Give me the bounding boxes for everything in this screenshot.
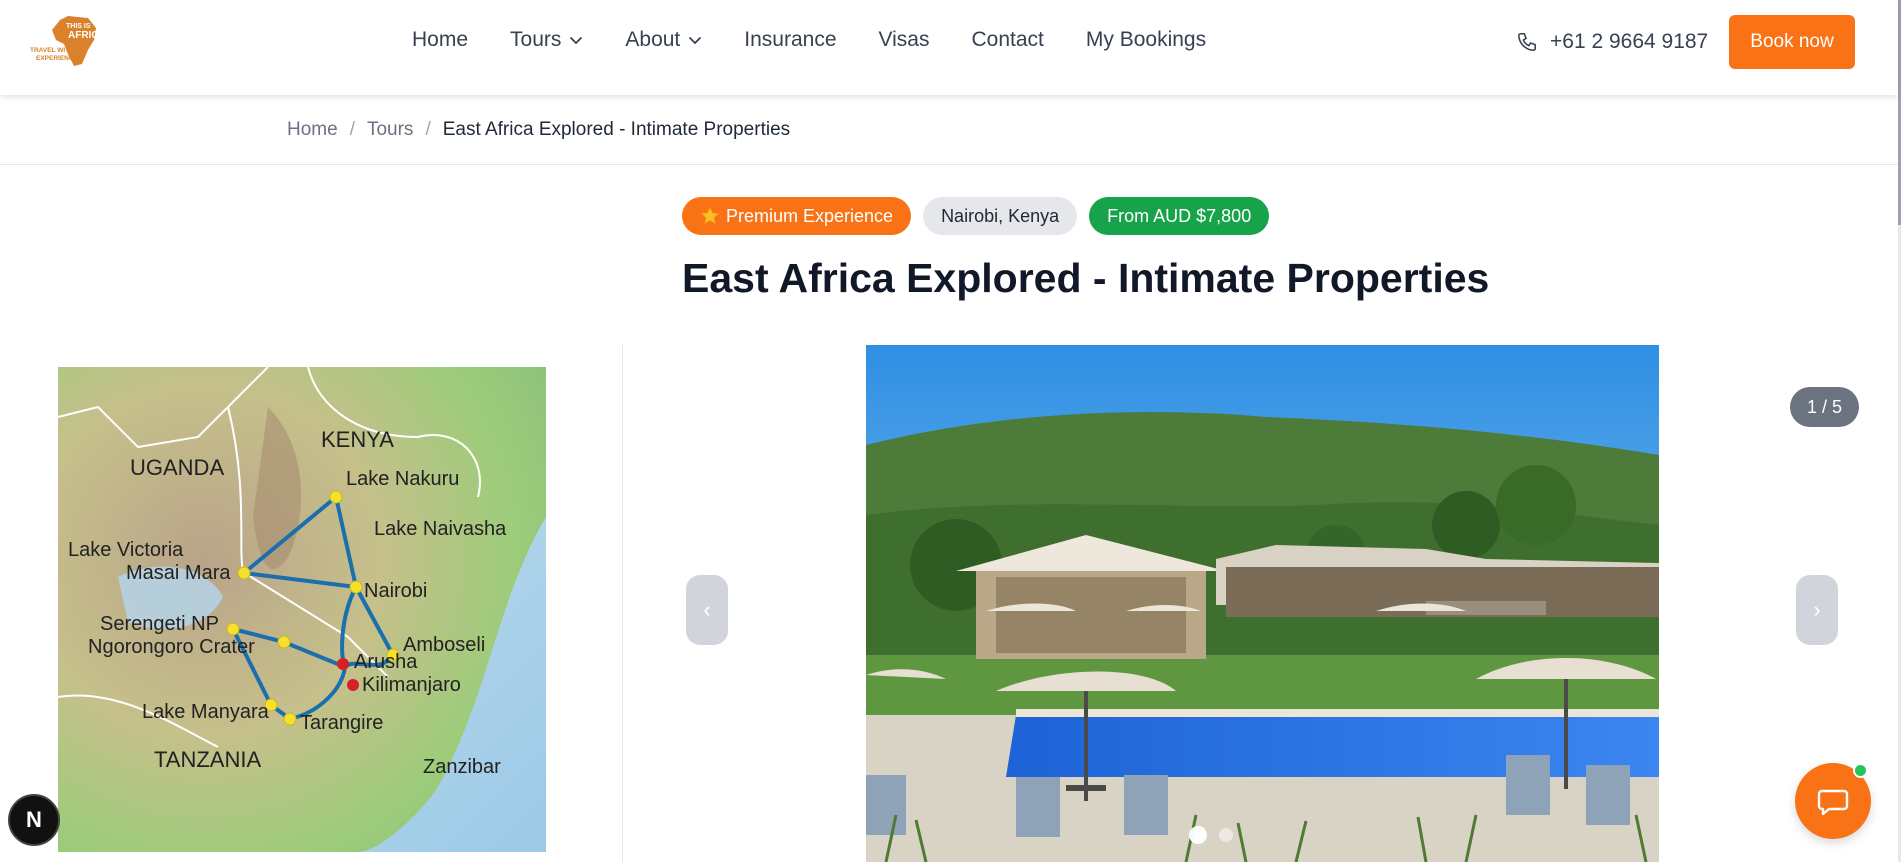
nav-my-bookings[interactable]: My Bookings	[1086, 28, 1206, 52]
nav-insurance[interactable]: Insurance	[744, 28, 836, 52]
map-label-lake-victoria: Lake Victoria	[68, 539, 184, 561]
map-label-masai-mara: Masai Mara	[126, 562, 231, 584]
breadcrumb-bar: Home / Tours / East Africa Explored - In…	[0, 95, 1898, 165]
n-badge[interactable]: N	[8, 794, 60, 846]
phone-icon	[1517, 32, 1537, 52]
breadcrumb-home[interactable]: Home	[287, 119, 338, 141]
map-label-tarangire: Tarangire	[300, 712, 383, 734]
map-label-lake-manyara: Lake Manyara	[142, 701, 270, 723]
itinerary-map: KENYA UGANDA TANZANIA Lake Nakuru Lake N…	[58, 367, 546, 852]
tagline-line-2: EXPERIENCE	[36, 55, 79, 62]
premium-badge: Premium Experience	[682, 197, 912, 235]
phone-link[interactable]: +61 2 9664 9187	[1516, 30, 1708, 54]
site-logo[interactable]: THIS IS AFRICA TRAVEL WITH EXPERIENCE	[30, 14, 116, 70]
chevron-down-icon	[570, 37, 583, 45]
page-title: East Africa Explored - Intimate Properti…	[682, 255, 1490, 301]
location-badge: Nairobi, Kenya	[923, 197, 1078, 235]
gallery-dot[interactable]	[1219, 828, 1233, 842]
map-label-tanzania: TANZANIA	[154, 747, 261, 772]
site-header: THIS IS AFRICA TRAVEL WITH EXPERIENCE Ho…	[0, 0, 1898, 95]
breadcrumb-current: East Africa Explored - Intimate Properti…	[442, 119, 791, 140]
nav-contact[interactable]: Contact	[972, 28, 1044, 52]
phone-number: +61 2 9664 9187	[1550, 30, 1709, 53]
nav-tours-label: Tours	[510, 28, 562, 51]
map-label-serengeti: Serengeti NP	[100, 613, 219, 635]
premium-badge-label: Premium Experience	[726, 205, 894, 226]
map-label-arusha: Arusha	[354, 651, 418, 673]
gallery-prev-button[interactable]: ‹	[686, 575, 728, 645]
map-label-ngorongoro: Ngorongoro Crater	[88, 636, 255, 658]
chevron-left-icon: ‹	[703, 597, 711, 622]
map-label-zanzibar: Zanzibar	[423, 756, 501, 778]
photo-gallery[interactable]	[866, 345, 1659, 862]
main-nav: Home Tours About Insurance Visas Contact…	[412, 28, 1248, 52]
nav-about[interactable]: About	[625, 28, 702, 52]
nav-home[interactable]: Home	[412, 28, 468, 52]
gallery-photo	[866, 345, 1659, 862]
tour-badges: Premium Experience Nairobi, Kenya From A…	[682, 197, 1281, 235]
breadcrumb-separator: /	[349, 119, 355, 140]
gallery-next-button[interactable]: ›	[1796, 575, 1838, 645]
map-label-nairobi: Nairobi	[364, 580, 427, 602]
map-label-kenya: KENYA	[321, 427, 394, 452]
logo-line-2: AFRICA	[68, 30, 106, 41]
price-badge: From AUD $7,800	[1089, 197, 1270, 235]
nav-visas-label: Visas	[878, 28, 930, 51]
nav-home-label: Home	[412, 28, 469, 51]
map-image: KENYA UGANDA TANZANIA Lake Nakuru Lake N…	[58, 367, 546, 852]
breadcrumb-separator: /	[425, 119, 431, 140]
map-label-kilimanjaro: Kilimanjaro	[362, 674, 461, 696]
breadcrumb: Home / Tours / East Africa Explored - In…	[287, 119, 790, 141]
book-now-button[interactable]: Book now	[1729, 15, 1855, 69]
chat-bubble-icon	[1817, 789, 1849, 816]
chat-online-indicator	[1853, 763, 1868, 778]
chevron-down-icon	[689, 37, 702, 45]
map-label-uganda: UGANDA	[130, 455, 224, 480]
star-icon	[700, 206, 720, 225]
nav-my-bookings-label: My Bookings	[1085, 28, 1207, 51]
africa-logo-icon: THIS IS AFRICA TRAVEL WITH EXPERIENCE	[30, 16, 106, 66]
column-divider	[622, 345, 623, 862]
breadcrumb-tours[interactable]: Tours	[367, 119, 413, 141]
tagline-line-1: TRAVEL WITH	[30, 47, 74, 54]
map-label-lake-nakuru: Lake Nakuru	[346, 468, 459, 490]
map-label-lake-naivasha: Lake Naivasha	[374, 518, 507, 540]
nav-visas[interactable]: Visas	[879, 28, 930, 52]
logo-line-1: THIS IS	[66, 23, 91, 30]
chevron-right-icon: ›	[1813, 597, 1821, 622]
nav-contact-label: Contact	[971, 28, 1044, 51]
gallery-counter: 1 / 5	[1790, 387, 1859, 427]
gallery-dot-active[interactable]	[1189, 826, 1207, 844]
nav-insurance-label: Insurance	[744, 28, 837, 51]
nav-about-label: About	[625, 28, 681, 51]
nav-tours[interactable]: Tours	[510, 28, 583, 52]
